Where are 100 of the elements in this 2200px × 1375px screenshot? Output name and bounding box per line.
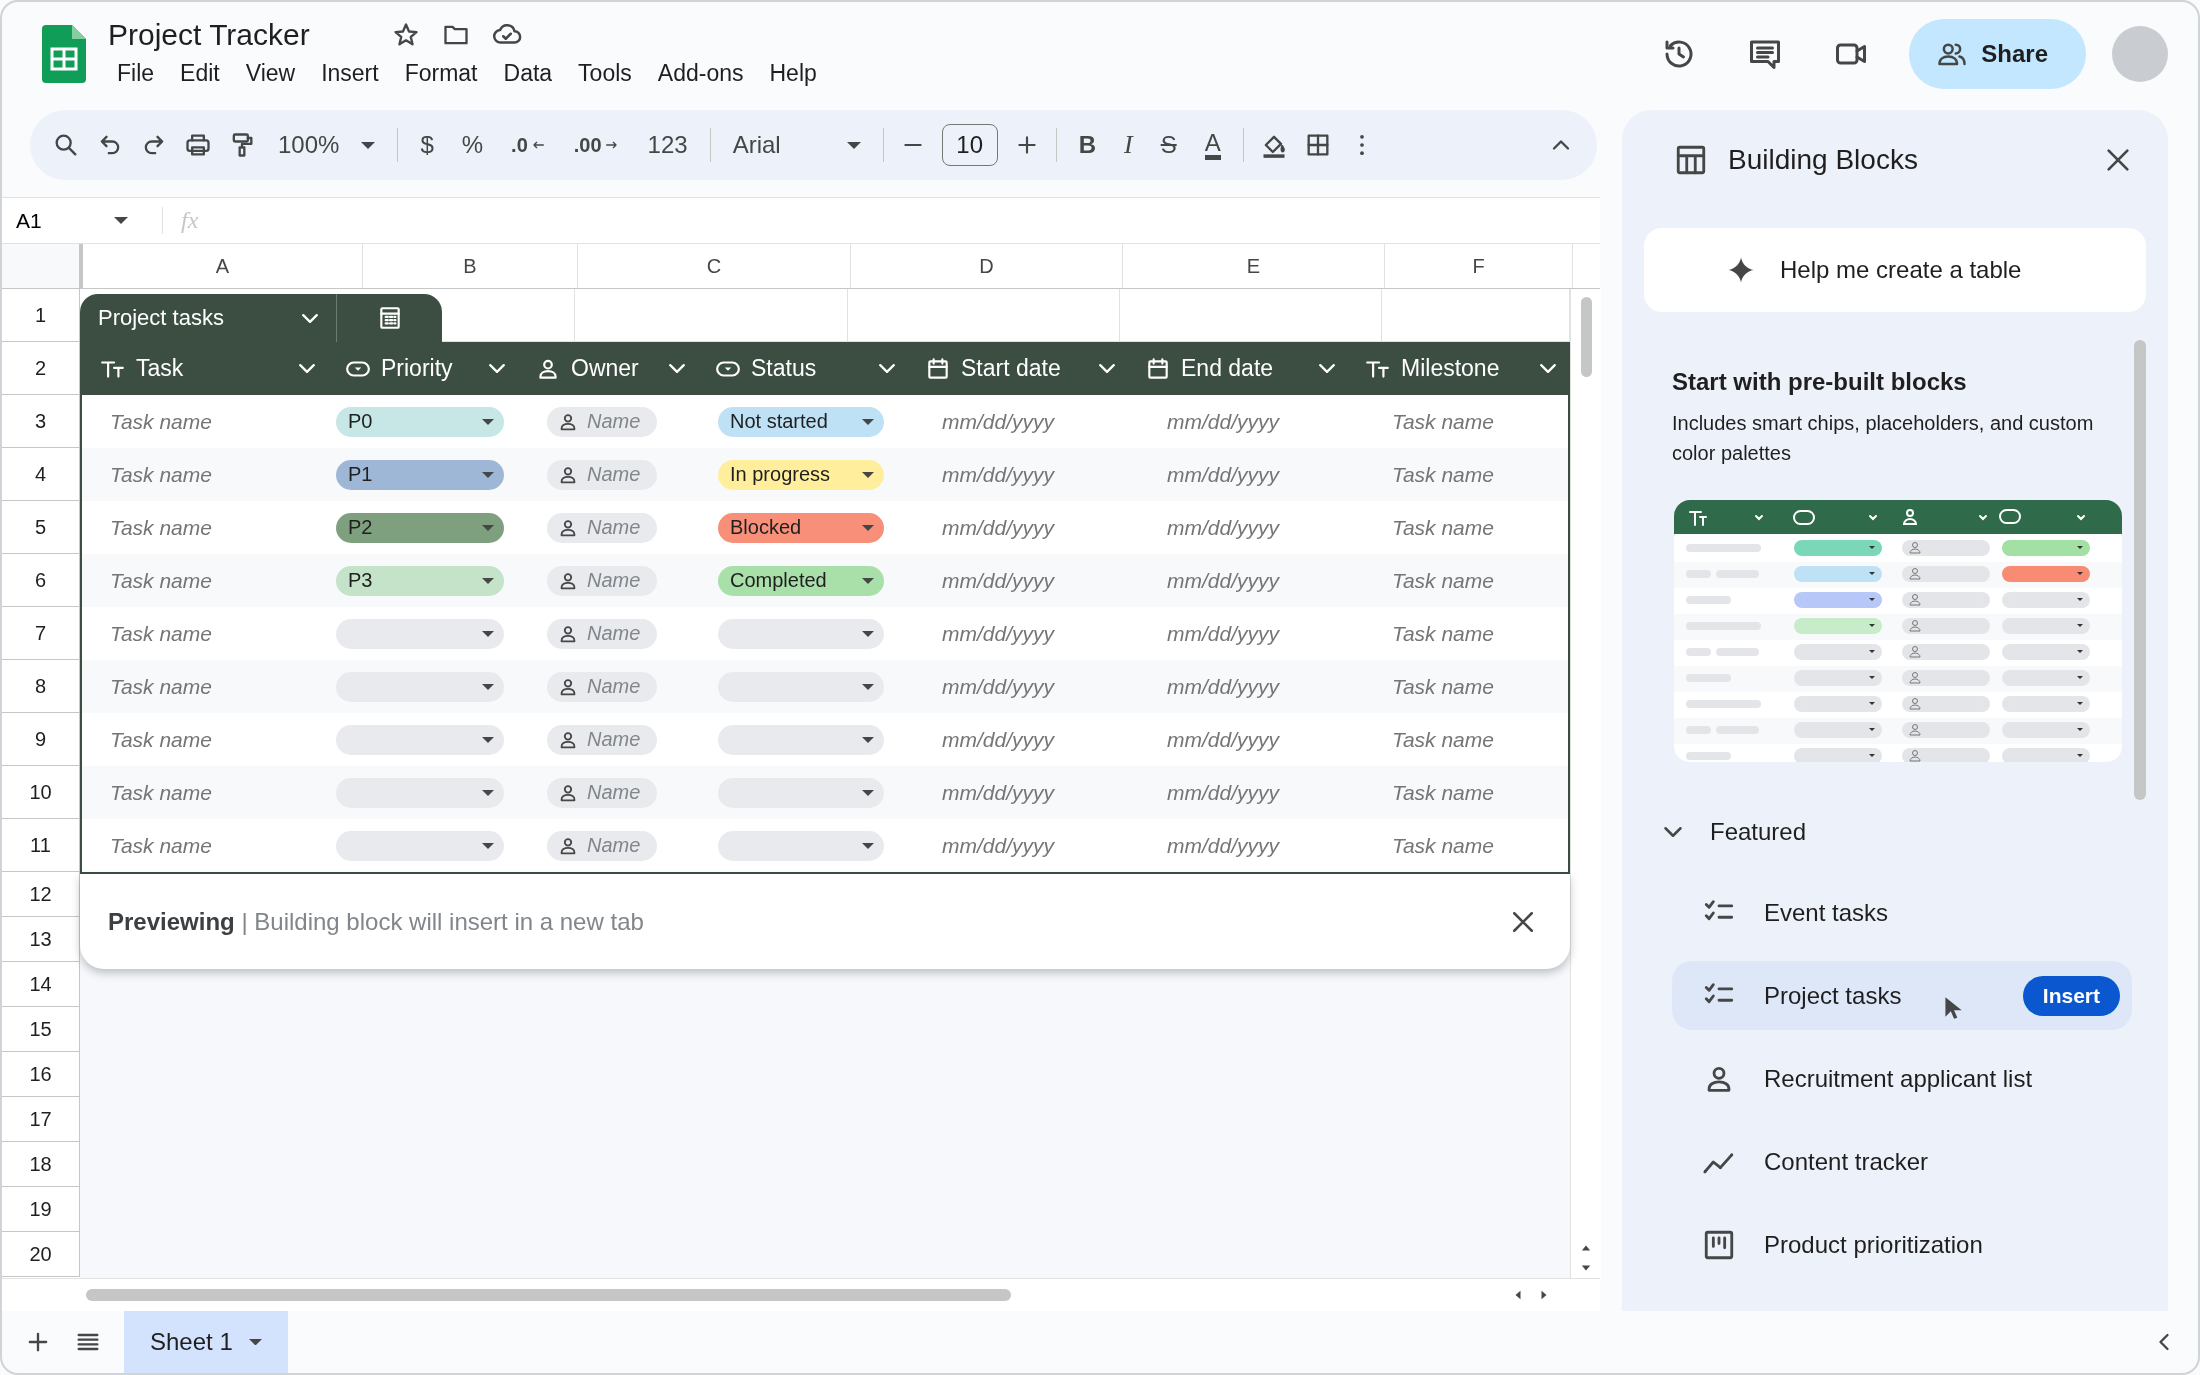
scrollbar-thumb[interactable] (2134, 340, 2146, 800)
spreadsheet-logo[interactable] (42, 24, 86, 83)
table-cell: Task name (1392, 674, 1494, 699)
dropdown-chip[interactable]: P2 (336, 512, 504, 543)
increase-decimal-button[interactable]: .00 (567, 129, 626, 161)
table-cell: Task name (1392, 515, 1494, 540)
chevron-down-icon (489, 364, 505, 373)
table-cell: Task name (110, 780, 212, 805)
dropdown-chip[interactable]: P3 (336, 565, 504, 596)
font-dropdown[interactable]: Arial (726, 127, 867, 163)
text-color-button[interactable]: A (1198, 126, 1227, 164)
caret-icon (482, 842, 494, 849)
menu-item[interactable]: Tools (569, 58, 641, 89)
dropdown-chip[interactable]: P0 (336, 406, 504, 437)
table-column-header[interactable]: Task (82, 342, 327, 395)
template-item[interactable]: Event tasks (1672, 878, 2132, 947)
table-cell: mm/dd/yyyy (942, 621, 1054, 646)
table-cell: mm/dd/yyyy (942, 462, 1054, 487)
dropdown-chip[interactable]: Completed (718, 565, 884, 596)
table-column-header[interactable]: Start date (907, 342, 1127, 395)
column-header[interactable]: C (578, 244, 851, 288)
caret-icon (482, 683, 494, 690)
dropdown-chip[interactable]: P1 (336, 459, 504, 490)
table-cell: Task name (110, 621, 212, 646)
font-size-field[interactable]: 10 (941, 124, 998, 166)
menu-item[interactable]: Insert (312, 58, 388, 89)
star-icon[interactable] (391, 21, 420, 49)
share-button[interactable]: Share (1909, 18, 2086, 89)
table-icon (1674, 143, 1708, 177)
template-item[interactable]: Project tasks Insert (1672, 961, 2132, 1030)
dropdown-chip[interactable]: Blocked (718, 512, 884, 543)
number-format-button[interactable]: 123 (641, 127, 694, 163)
dropdown-chip[interactable]: Not started (718, 406, 884, 437)
name-box[interactable]: A1 (2, 208, 142, 233)
column-header[interactable]: E (1123, 244, 1385, 288)
featured-section-header[interactable]: Featured (1652, 816, 1813, 848)
caret-icon (482, 471, 494, 478)
menu-item[interactable]: File (108, 58, 164, 89)
table-cell: Task name (1392, 727, 1494, 752)
template-item[interactable]: Product prioritization (1672, 1210, 2132, 1279)
chevron-down-icon (1319, 364, 1335, 373)
table-cell: Task name (110, 568, 212, 593)
strikethrough-button[interactable]: S (1154, 127, 1183, 163)
caret-icon (361, 141, 376, 149)
table-cell: mm/dd/yyyy (1167, 833, 1279, 858)
currency-button[interactable]: $ (414, 127, 440, 163)
template-label: Content tracker (1764, 1147, 1929, 1176)
menu-item[interactable]: View (236, 58, 305, 89)
insert-button[interactable]: Insert (2022, 975, 2120, 1016)
dropdown-chip[interactable]: In progress (718, 459, 884, 490)
column-header[interactable]: B (363, 244, 578, 288)
table-cell: Task name (110, 674, 212, 699)
caret-icon (862, 418, 874, 425)
scrollbar-thumb[interactable] (1580, 297, 1592, 377)
caret-icon (862, 630, 874, 637)
help-me-create-button[interactable]: Help me create a table (1644, 228, 2146, 312)
sheet-tab[interactable]: Sheet 1 (124, 1311, 288, 1373)
zoom-dropdown[interactable]: 100% (272, 127, 382, 163)
scrollbar-thumb[interactable] (86, 1289, 1011, 1301)
formula-label: fx (162, 207, 199, 234)
caret-icon (862, 471, 874, 478)
template-item[interactable]: Content tracker (1672, 1127, 2132, 1196)
table-cell: Task name (110, 833, 212, 858)
table-column-header[interactable]: Priority (327, 342, 517, 395)
panel-title: Building Blocks (1728, 144, 1919, 176)
table-cell: mm/dd/yyyy (942, 780, 1054, 805)
caret-icon (248, 1338, 262, 1346)
caret-icon (862, 736, 874, 743)
caret-icon (862, 842, 874, 849)
menu-item[interactable]: Data (494, 58, 562, 89)
table-cell: mm/dd/yyyy (942, 833, 1054, 858)
table-cell: Task name (1392, 409, 1494, 434)
caret-icon (114, 217, 128, 224)
menu-item[interactable]: Edit (171, 58, 229, 89)
table-cell: Task name (110, 727, 212, 752)
percent-button[interactable]: % (455, 127, 490, 163)
table-column-header[interactable]: Status (697, 342, 907, 395)
table-cell: mm/dd/yyyy (1167, 780, 1279, 805)
section-title: Start with pre-built blocks (1672, 368, 1968, 396)
column-header[interactable]: F (1385, 244, 1573, 288)
column-header[interactable]: A (83, 244, 363, 288)
chevron-down-icon (299, 364, 315, 373)
column-header[interactable]: D (851, 244, 1123, 288)
menu-item[interactable]: Help (760, 58, 826, 89)
italic-button[interactable]: I (1118, 126, 1139, 164)
table-cell: mm/dd/yyyy (1167, 568, 1279, 593)
template-item[interactable]: Recruitment applicant list (1672, 1044, 2132, 1113)
table-cell: Task name (110, 409, 212, 434)
caret-icon (482, 577, 494, 584)
table-column-header[interactable]: Milestone (1347, 342, 1568, 395)
table-column-header[interactable]: Owner (517, 342, 697, 395)
caret-icon (482, 789, 494, 796)
table-column-header[interactable]: End date (1127, 342, 1347, 395)
menu-item[interactable]: Add-ons (648, 58, 753, 89)
table-cell: mm/dd/yyyy (1167, 409, 1279, 434)
bold-button[interactable]: B (1072, 127, 1102, 163)
menu-item[interactable]: Format (395, 58, 487, 89)
document-title[interactable]: Project Tracker (108, 18, 310, 52)
decrease-decimal-button[interactable]: .0 (505, 129, 552, 161)
table-cell: Task name (1392, 833, 1494, 858)
